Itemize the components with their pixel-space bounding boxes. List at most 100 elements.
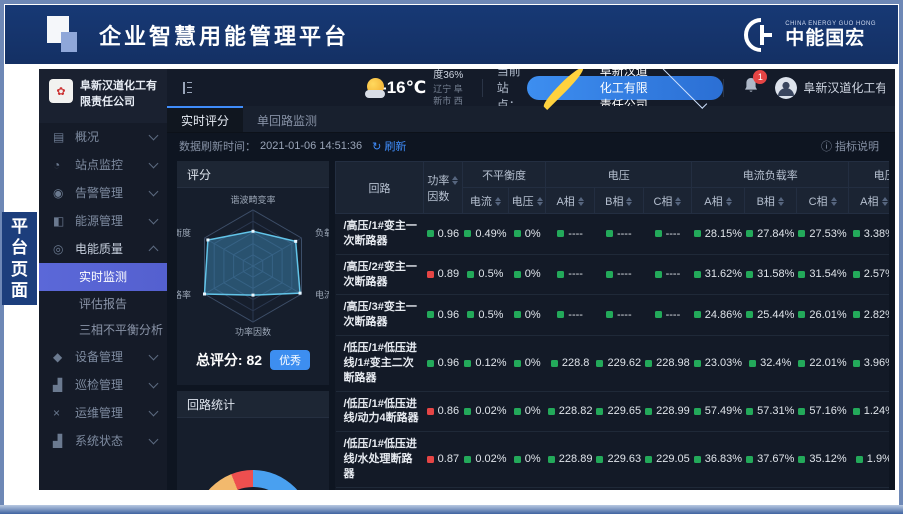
loop-stats-title: 回路统计 (177, 391, 329, 418)
status-dot (694, 360, 701, 367)
circuit-name: /低压/1#低压进线/食堂断路器 (336, 487, 424, 490)
sidebar-subitem-评估报告[interactable]: 评估报告 (39, 291, 167, 317)
notification-bell[interactable]: 1 (743, 77, 759, 99)
brand-name: 中能国宏 (785, 29, 876, 48)
sidebar-item-告警管理[interactable]: ◉告警管理 (39, 179, 167, 207)
sort-icon[interactable] (675, 197, 681, 206)
col-电流负载率-C相: C相 (796, 188, 848, 214)
sort-icon[interactable] (578, 197, 584, 206)
sidebar-item-能源管理[interactable]: ◧能源管理 (39, 207, 167, 235)
refresh-button[interactable]: ↻ 刷新 (372, 138, 406, 154)
status-dot (694, 230, 701, 237)
status-dot (798, 271, 805, 278)
status-dot (557, 271, 564, 278)
sidebar-item-概况[interactable]: ▤概况 (39, 123, 167, 151)
table-row[interactable]: /高压/2#变主一次断路器0.890.5%0%------------31.62… (336, 254, 890, 295)
status-dot (853, 408, 860, 415)
sort-icon[interactable] (495, 197, 501, 206)
chevron-down-icon (149, 350, 159, 360)
radar-chart: 谐波畸变率负载率电流平衡功率因数合格率不平衡度 (177, 188, 329, 348)
table-row[interactable]: /低压/1#低压进线/动力4断路器0.860.02%0%228.82229.65… (336, 391, 890, 432)
grade-badge: 优秀 (270, 350, 310, 370)
status-dot (606, 230, 613, 237)
status-dot (746, 230, 753, 237)
tab-bar: 实时评分单回路监测 (167, 106, 895, 133)
status-dot (514, 408, 521, 415)
table-row[interactable]: /低压/1#低压进线/水处理断路器0.870.02%0%228.89229.63… (336, 432, 890, 488)
sidebar-subitem-三相不平衡分析[interactable]: 三相不平衡分析 (39, 317, 167, 343)
table-row[interactable]: /高压/1#变主一次断路器0.960.49%0%------------28.1… (336, 214, 890, 255)
group-电流负载率: 电流负载率 (692, 162, 849, 188)
score-panel: 评分 谐波畸变率负载率电流平衡功率因数合格率不平衡度 总评分: 82 优秀 (177, 161, 329, 385)
sort-icon[interactable] (882, 197, 888, 206)
status-dot (853, 230, 860, 237)
sidebar-item-运维管理[interactable]: ×运维管理 (39, 399, 167, 427)
status-dot (853, 311, 860, 318)
status-dot (694, 311, 701, 318)
status-dot (514, 360, 521, 367)
user-name[interactable]: 阜新汉道化工有限责任公司 (803, 79, 885, 96)
status-dot (746, 408, 753, 415)
top-banner: 企业智慧用能管理平台 CHINA ENERGY GUO HONG 中能国宏 (5, 5, 898, 64)
status-dot (645, 408, 652, 415)
table-row[interactable]: /低压/1#低压进线/食堂断路器10.09%0%229.03229.81229.… (336, 487, 890, 490)
indicator-info-link[interactable]: ⓘ 指标说明 (821, 138, 879, 154)
avatar[interactable] (775, 77, 797, 99)
status-dot (596, 408, 603, 415)
station-selector[interactable]: 阜新汉道化工有限责任公司 (527, 76, 723, 100)
col-电压偏差-A相: A相 (849, 188, 889, 214)
main-area: -16℃ 多云 湿度36% 辽宁 阜新市 西北风 7级 当前站点： 阜新汉道化工… (167, 69, 895, 490)
info-icon: ⓘ (821, 141, 832, 153)
sidebar-item-电能质量[interactable]: ◎电能质量 (39, 235, 167, 263)
chevron-down-icon (149, 378, 159, 388)
status-dot (467, 311, 474, 318)
circuit-name: /高压/2#变主一次断路器 (336, 254, 424, 295)
circuit-name: /低压/1#低压进线/水处理断路器 (336, 432, 424, 488)
col-电流负载率-A相: A相 (692, 188, 744, 214)
status-dot (694, 456, 701, 463)
status-dot (645, 360, 652, 367)
sort-icon[interactable] (726, 197, 732, 206)
status-dot (596, 360, 603, 367)
sidebar-collapse-icon[interactable] (183, 82, 192, 94)
chevron-down-icon (149, 406, 159, 416)
refresh-time-label: 数据刷新时间： (179, 138, 256, 154)
chevron-down-icon (149, 186, 159, 196)
refresh-row: 数据刷新时间： 2021-01-06 14:51:36 ↻ 刷新 ⓘ 指标说明 (167, 133, 895, 159)
status-dot (798, 360, 805, 367)
energy-icon: ◧ (53, 214, 75, 228)
col-power-factor: 功率因数 (423, 162, 462, 214)
table-row[interactable]: /低压/1#低压进线/1#变主二次断路器0.960.12%0%228.8229.… (336, 336, 890, 392)
sort-icon[interactable] (452, 176, 458, 185)
sort-icon[interactable] (626, 197, 632, 206)
group-电压: 电压 (546, 162, 692, 188)
sort-icon[interactable] (831, 197, 837, 206)
bell-icon: ◉ (53, 186, 75, 200)
table-row[interactable]: /高压/3#变主一次断路器0.960.5%0%------------24.86… (336, 295, 890, 336)
inspection-icon: ▟ (53, 378, 75, 392)
temperature: -16℃ (381, 78, 426, 98)
group-不平衡度: 不平衡度 (462, 162, 545, 188)
sidebar-item-巡检管理[interactable]: ▟巡检管理 (39, 371, 167, 399)
group-电压偏差: 电压偏差 (849, 162, 889, 188)
sidebar-subitem-实时监测[interactable]: 实时监测 (39, 263, 167, 291)
chevron-up-icon (149, 245, 159, 255)
refresh-time: 2021-01-06 14:51:36 (260, 140, 362, 152)
col-电流负载率-B相: B相 (744, 188, 796, 214)
status-dot (464, 408, 471, 415)
status-dot (464, 360, 471, 367)
status-dot (514, 271, 521, 278)
sidebar-item-设备管理[interactable]: ◆设备管理 (39, 343, 167, 371)
sort-icon[interactable] (537, 197, 543, 206)
status-dot (548, 408, 555, 415)
sidebar-item-站点监控[interactable]: ◔站点监控 (39, 151, 167, 179)
status-dot (746, 456, 753, 463)
sidebar-item-系统状态[interactable]: ▟系统状态 (39, 427, 167, 455)
tab-单回路监测[interactable]: 单回路监测 (243, 106, 331, 132)
sort-icon[interactable] (778, 197, 784, 206)
tab-实时评分[interactable]: 实时评分 (167, 106, 243, 132)
status-dot (746, 311, 753, 318)
sidebar: ✿ 阜新汉道化工有限责任公司 ▤概况◔站点监控◉告警管理◧能源管理◎电能质量实时… (39, 69, 167, 490)
weather-condition: 多云 湿度36% (433, 69, 468, 83)
topbar: -16℃ 多云 湿度36% 辽宁 阜新市 西北风 7级 当前站点： 阜新汉道化工… (167, 69, 895, 106)
